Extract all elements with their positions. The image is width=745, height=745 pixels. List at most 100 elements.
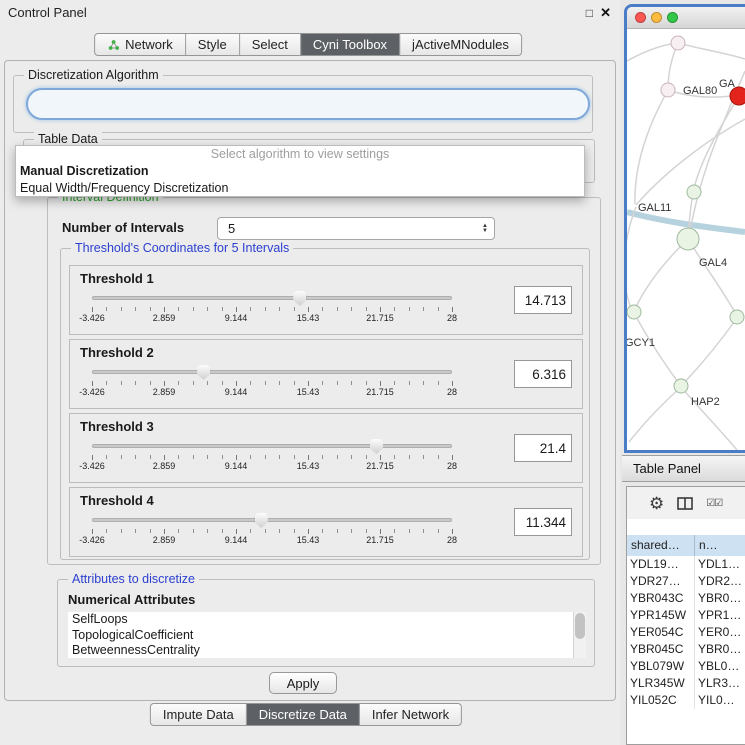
slider-thumb[interactable] <box>255 513 268 528</box>
column-header-shared[interactable]: shared… <box>627 535 695 556</box>
slider-thumb[interactable] <box>293 291 306 306</box>
node-label: GAL11 <box>638 202 671 214</box>
threshold-slider[interactable] <box>92 365 452 380</box>
tick-mark <box>150 307 151 311</box>
tab-label: Impute Data <box>163 707 234 722</box>
network-edge[interactable] <box>688 239 737 316</box>
scrollbar-thumb[interactable] <box>575 613 585 639</box>
dropdown-option-equal-width-frequency[interactable]: Equal Width/Frequency Discretization <box>16 180 584 197</box>
network-edge[interactable] <box>678 43 745 59</box>
scale-label: 21.715 <box>366 461 394 471</box>
network-node-hap2[interactable] <box>674 379 688 393</box>
threshold-slider[interactable] <box>92 513 452 528</box>
number-of-intervals-label: Number of Intervals <box>62 220 184 235</box>
slider-thumb[interactable] <box>370 439 383 454</box>
tick-mark <box>222 381 223 385</box>
network-edge[interactable] <box>634 239 688 311</box>
network-edge[interactable] <box>627 207 636 311</box>
cell-shared-name: YBR045C <box>627 641 695 658</box>
tab-impute-data[interactable]: Impute Data <box>151 704 247 725</box>
dropdown-option-manual-discretization[interactable]: Manual Discretization <box>16 163 584 180</box>
network-window-titlebar <box>627 7 745 29</box>
scrollbar[interactable] <box>573 612 586 658</box>
network-node-gcy1[interactable] <box>627 305 641 319</box>
tick-mark <box>452 529 453 534</box>
attribute-item-betweennesscentrality[interactable]: BetweennessCentrality <box>68 643 586 658</box>
tab-label: Style <box>198 37 227 52</box>
table-row[interactable]: YBR043CYBR0… <box>627 590 745 607</box>
tab-select[interactable]: Select <box>240 34 301 55</box>
algorithm-combobox[interactable] <box>26 88 590 120</box>
tick-mark <box>308 529 309 534</box>
table-row[interactable]: YBR045CYBR0… <box>627 641 745 658</box>
slider-thumb[interactable] <box>197 365 210 380</box>
tick-mark <box>121 381 122 385</box>
tab-discretize-data[interactable]: Discretize Data <box>247 704 360 725</box>
tick-mark <box>178 307 179 311</box>
network-edge[interactable] <box>634 313 680 385</box>
numerical-attributes-list[interactable]: SelfLoopsTopologicalCoefficientBetweenne… <box>68 612 586 658</box>
threshold-value-field[interactable]: 11.344 <box>514 508 572 536</box>
top-tab-bar: Network Style SelectCyni ToolboxjActiveMNo… <box>94 33 522 56</box>
network-view-window[interactable]: GAL80GAL11GAL4GCY1HAP2GA <box>624 4 745 453</box>
table-row[interactable]: YIL052CYIL0… <box>627 692 745 709</box>
slider-scale-labels: -3.4262.8599.14415.4321.71528 <box>92 387 452 398</box>
algorithm-dropdown-popup: Select algorithm to view settings Manual… <box>15 145 585 197</box>
columns-icon[interactable] <box>677 497 693 510</box>
select-checkboxes-icon[interactable]: ☑☑ <box>706 498 722 509</box>
table-row[interactable]: YLR345WYLR3… <box>627 675 745 692</box>
table-row[interactable]: YDL19…YDL1… <box>627 556 745 573</box>
threshold-slider[interactable] <box>92 291 452 306</box>
group-title: Table Data <box>34 132 102 146</box>
stepper-icon[interactable]: ▲ ▼ <box>482 224 488 234</box>
close-icon[interactable]: ✕ <box>600 5 611 21</box>
tick-mark <box>150 529 151 533</box>
number-of-intervals-combobox[interactable]: 5 ▲ ▼ <box>217 217 495 240</box>
network-edge[interactable] <box>682 318 737 385</box>
float-panel-icon[interactable]: □ <box>586 6 593 20</box>
tab-jactivemnodules[interactable]: jActiveMNodules <box>400 34 521 55</box>
close-traffic-light-icon[interactable] <box>635 12 646 23</box>
slider-groove <box>92 444 452 448</box>
attribute-item-topologicalcoefficient[interactable]: TopologicalCoefficient <box>68 628 586 644</box>
tab-infer-network[interactable]: Infer Network <box>360 704 461 725</box>
tab-network[interactable]: Network <box>95 34 186 55</box>
threshold-value-field[interactable]: 6.316 <box>514 360 572 388</box>
tick-mark <box>409 307 410 311</box>
threshold-row-1: Threshold 1-3.4262.8599.14415.4321.71528… <box>69 265 583 335</box>
network-node-gal11[interactable] <box>687 185 701 199</box>
tab-label: Network <box>125 37 173 52</box>
network-edge[interactable] <box>635 90 668 204</box>
tick-mark <box>294 455 295 459</box>
network-tab-icon <box>107 39 120 51</box>
tab-cyni-toolbox[interactable]: Cyni Toolbox <box>301 34 400 55</box>
network-edge[interactable] <box>693 96 739 192</box>
network-node[interactable] <box>730 310 744 324</box>
tick-mark <box>366 455 367 459</box>
threshold-value-field[interactable]: 21.4 <box>514 434 572 462</box>
tick-mark <box>351 455 352 459</box>
dropdown-placeholder: Select algorithm to view settings <box>16 146 584 163</box>
cell-shared-name: YLR345W <box>627 675 695 692</box>
attribute-item-selfloops[interactable]: SelfLoops <box>68 612 586 628</box>
threshold-value-field[interactable]: 14.713 <box>514 286 572 314</box>
tick-mark <box>106 529 107 533</box>
network-edge[interactable] <box>627 44 671 61</box>
zoom-traffic-light-icon[interactable] <box>667 12 678 23</box>
tick-mark <box>236 307 237 312</box>
table-row[interactable]: YBL079WYBL0… <box>627 658 745 675</box>
network-node-gal80[interactable] <box>661 83 675 97</box>
network-node-gal4[interactable] <box>677 228 699 250</box>
gear-icon[interactable]: ⚙ <box>649 495 664 512</box>
tab-style[interactable]: Style <box>186 34 240 55</box>
network-canvas[interactable]: GAL80GAL11GAL4GCY1HAP2GA <box>627 30 745 450</box>
network-node[interactable] <box>671 36 685 50</box>
table-row[interactable]: YPR145WYPR1… <box>627 607 745 624</box>
table-row[interactable]: YDR27…YDR2… <box>627 573 745 590</box>
apply-button[interactable]: Apply <box>269 672 337 694</box>
minimize-traffic-light-icon[interactable] <box>651 12 662 23</box>
network-edge[interactable] <box>629 387 681 442</box>
column-header-name[interactable]: n… <box>695 535 745 556</box>
table-row[interactable]: YER054CYER0… <box>627 624 745 641</box>
threshold-slider[interactable] <box>92 439 452 454</box>
